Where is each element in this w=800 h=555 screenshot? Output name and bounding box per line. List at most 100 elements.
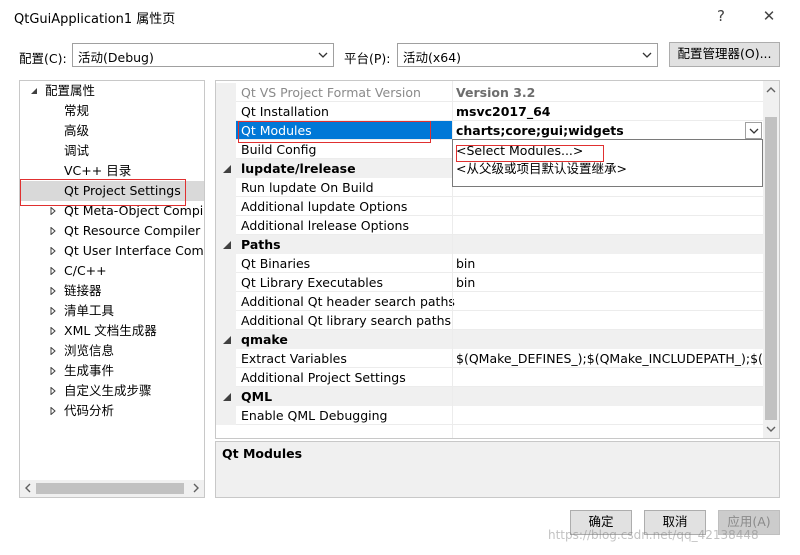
scroll-left-icon[interactable] — [23, 483, 33, 493]
collapsed-triangle-icon[interactable] — [49, 267, 57, 275]
grid-category[interactable]: QML — [216, 387, 764, 406]
tree-item[interactable]: 自定义生成步骤 — [20, 381, 204, 401]
scroll-right-icon[interactable] — [191, 483, 201, 493]
platform-select[interactable]: 活动(x64) — [397, 43, 658, 67]
expanded-triangle-icon[interactable] — [222, 164, 232, 174]
watermark: https://blog.csdn.net/qq_42138448 — [548, 528, 759, 542]
red-highlight-select — [456, 145, 604, 162]
property-name: Additional Project Settings — [241, 370, 406, 385]
expanded-triangle-icon[interactable] — [222, 335, 232, 345]
grid-row[interactable]: Additional Project Settings — [216, 368, 764, 387]
tree-item[interactable]: 高级 — [20, 121, 204, 141]
tree-item-label: 浏览信息 — [64, 343, 115, 358]
collapsed-triangle-icon[interactable] — [49, 407, 57, 415]
expanded-triangle-icon[interactable] — [222, 392, 232, 402]
grid-row[interactable]: Additional Qt library search paths — [216, 311, 764, 330]
tree-item-label: 常规 — [64, 103, 90, 118]
property-value[interactable]: bin — [456, 254, 764, 273]
tree-item-label: 代码分析 — [64, 403, 115, 418]
config-manager-button[interactable]: 配置管理器(O)... — [669, 42, 780, 67]
tree-item[interactable]: 清单工具 — [20, 301, 204, 321]
property-value[interactable]: Version 3.2 — [456, 83, 764, 102]
tree-item[interactable]: XML 文档生成器 — [20, 321, 204, 341]
grid-gutter — [216, 406, 236, 425]
grid-row[interactable]: Additional Qt header search paths — [216, 292, 764, 311]
grid-row[interactable]: Qt Library Executables bin — [216, 273, 764, 292]
tree-item[interactable]: 常规 — [20, 101, 204, 121]
property-value[interactable] — [456, 368, 764, 387]
property-name: Additional lrelease Options — [241, 218, 409, 233]
property-value[interactable] — [456, 216, 764, 235]
grid-row[interactable]: Additional lupdate Options — [216, 197, 764, 216]
grid-row[interactable]: Enable QML Debugging — [216, 406, 764, 425]
property-name: Additional Qt library search paths — [241, 313, 452, 328]
grid-category[interactable]: Paths — [216, 235, 764, 254]
grid-row[interactable]: Qt Binaries bin — [216, 254, 764, 273]
tree-item[interactable]: 生成事件 — [20, 361, 204, 381]
tree-item-label: VC++ 目录 — [64, 163, 132, 178]
platform-label: 平台(P): — [344, 51, 391, 66]
property-value[interactable]: bin — [456, 273, 764, 292]
tree-item[interactable]: 链接器 — [20, 281, 204, 301]
tree-item[interactable]: C/C++ — [20, 261, 204, 281]
collapsed-triangle-icon[interactable] — [49, 307, 57, 315]
collapsed-triangle-icon[interactable] — [49, 287, 57, 295]
grid-row[interactable]: Qt Installation msvc2017_64 — [216, 102, 764, 121]
tree-root-config-properties[interactable]: 配置属性 — [20, 81, 204, 101]
title-bar: QtGuiApplication1 属性页 ? ✕ — [0, 0, 800, 32]
scroll-down-icon[interactable] — [766, 424, 776, 434]
tree-item[interactable]: Qt Resource Compiler — [20, 221, 204, 241]
collapsed-triangle-icon[interactable] — [49, 247, 57, 255]
expanded-triangle-icon[interactable] — [222, 240, 232, 250]
grid-gutter — [216, 83, 236, 102]
config-select[interactable]: 活动(Debug) — [72, 43, 334, 67]
tree-item-label: Qt User Interface Compiler — [64, 243, 204, 258]
inherit-option[interactable]: <从父级或项目默认设置继承> — [456, 160, 627, 178]
grid-gutter — [216, 121, 236, 140]
tree-item[interactable]: VC++ 目录 — [20, 161, 204, 181]
property-value[interactable] — [456, 197, 764, 216]
property-value[interactable] — [456, 311, 764, 330]
config-label: 配置(C): — [19, 51, 67, 66]
collapsed-triangle-icon[interactable] — [49, 367, 57, 375]
property-value[interactable] — [456, 406, 764, 425]
config-select-value: 活动(Debug) — [78, 50, 154, 65]
tree-item[interactable]: Qt User Interface Compiler — [20, 241, 204, 261]
collapsed-triangle-icon[interactable] — [49, 387, 57, 395]
property-value[interactable]: charts;core;gui;widgets — [456, 121, 764, 140]
modules-dropdown-button[interactable] — [745, 122, 762, 139]
tree-scroll-thumb[interactable] — [36, 483, 184, 494]
grid-gutter — [216, 178, 236, 197]
collapsed-triangle-icon[interactable] — [49, 347, 57, 355]
tree-item[interactable]: 调试 — [20, 141, 204, 161]
chevron-down-icon — [642, 52, 652, 58]
grid-gutter — [216, 273, 236, 292]
collapsed-triangle-icon[interactable] — [49, 327, 57, 335]
property-value[interactable]: msvc2017_64 — [456, 102, 764, 121]
property-name: Qt Binaries — [241, 256, 311, 271]
tree-item-label: 调试 — [64, 143, 90, 158]
grid-row[interactable]: Extract Variables $(QMake_DEFINES_);$(QMa… — [216, 349, 764, 368]
window-title: QtGuiApplication1 属性页 — [14, 12, 176, 27]
tree-item[interactable]: 浏览信息 — [20, 341, 204, 361]
collapsed-triangle-icon[interactable] — [49, 227, 57, 235]
grid-vertical-scrollbar[interactable] — [763, 81, 779, 438]
tree-item-label: 链接器 — [64, 283, 102, 298]
tree-item[interactable]: 代码分析 — [20, 401, 204, 421]
help-button[interactable]: ? — [706, 4, 736, 28]
property-name: Qt Installation — [241, 104, 329, 119]
property-value[interactable]: $(QMake_DEFINES_);$(QMake_INCLUDEPATH_);… — [456, 349, 764, 368]
property-tree: 配置属性 常规 高级 调试 VC++ 目录 Qt Project Settings Qt M… — [19, 80, 205, 498]
expanded-triangle-icon[interactable] — [30, 87, 38, 95]
grid-row[interactable]: Qt VS Project Format Version Version 3.2 — [216, 83, 764, 102]
collapsed-triangle-icon[interactable] — [49, 207, 57, 215]
property-value[interactable] — [456, 292, 764, 311]
grid-category[interactable]: qmake — [216, 330, 764, 349]
scroll-up-icon[interactable] — [766, 85, 776, 95]
grid-row[interactable]: Additional lrelease Options — [216, 216, 764, 235]
tree-item-label: XML 文档生成器 — [64, 323, 157, 338]
close-button[interactable]: ✕ — [754, 4, 784, 28]
grid-scroll-thumb[interactable] — [765, 117, 777, 420]
tree-horizontal-scrollbar[interactable] — [20, 480, 204, 497]
property-name: Qt VS Project Format Version — [241, 85, 421, 100]
